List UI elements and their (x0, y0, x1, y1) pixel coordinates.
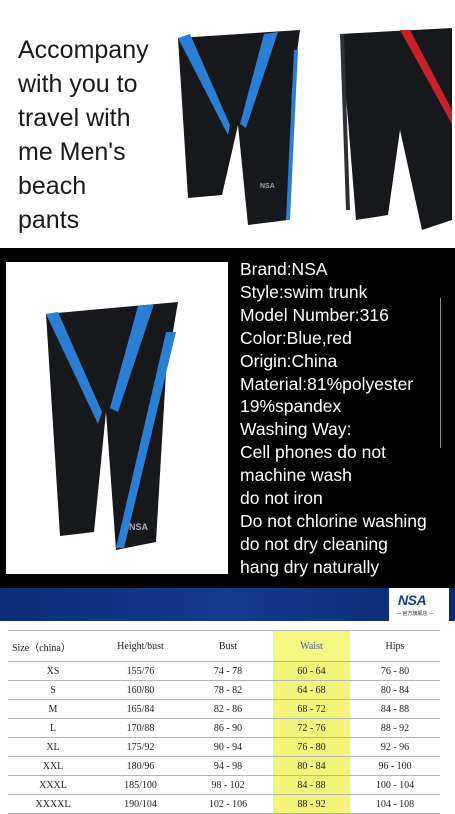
shorts-red-stripe (340, 28, 452, 230)
spec-line: Model Number:316 (240, 304, 389, 325)
cell-size: XXXL (8, 775, 98, 795)
cell-height-bust: 175/92 (98, 737, 183, 757)
cell-height-bust: 160/80 (98, 680, 183, 700)
spec-list: Brand:NSA Style:swim trunk Model Number:31… (240, 258, 455, 579)
spec-line: 19%spandex (240, 396, 342, 417)
spec-line: Do not chlorine washing (240, 510, 427, 531)
brand-bar: NSA — 官方旗舰店 — (0, 588, 455, 621)
cell-bust: 74 - 78 (183, 661, 273, 681)
cell-hips: 80 - 84 (350, 680, 440, 700)
cell-hips: 100 - 104 (350, 775, 440, 795)
cell-height-bust: 180/96 (98, 756, 183, 776)
cell-waist: 80 - 84 (273, 756, 350, 776)
spec-line: machine wash (240, 465, 352, 486)
cell-waist: 88 - 92 (273, 794, 350, 814)
cell-height-bust: 155/76 (98, 661, 183, 681)
cell-hips: 96 - 100 (350, 756, 440, 776)
cell-waist: 72 - 76 (273, 718, 350, 738)
cell-hips: 92 - 96 (350, 737, 440, 757)
table-row: L 170/88 86 - 90 72 - 76 88 - 92 (8, 718, 440, 738)
specs-panel: NSA Brand:NSA Style:swim trunk Model Numbe… (0, 248, 455, 588)
cell-hips: 76 - 80 (350, 661, 440, 681)
table-row: M 165/84 82 - 86 68 - 72 84 - 88 (8, 699, 440, 719)
nsa-logo-text: NSA (398, 592, 427, 608)
size-table-header: Size（china） Height/bust Bust Waist Hips (8, 630, 440, 662)
product-photo-pair: NSA (178, 28, 452, 230)
cell-height-bust: 185/100 (98, 775, 183, 795)
cell-waist: 60 - 64 (273, 661, 350, 681)
cell-size: XL (8, 737, 98, 757)
table-row: XS 155/76 74 - 78 60 - 64 76 - 80 (8, 661, 440, 681)
cell-bust: 102 - 106 (183, 794, 273, 814)
cell-bust: 82 - 86 (183, 699, 273, 719)
shorts-front-image: NSA (46, 302, 178, 550)
shorts-blue-stripe: NSA (178, 30, 300, 225)
table-row: XXL 180/96 94 - 98 80 - 84 96 - 100 (8, 756, 440, 776)
cell-hips: 104 - 108 (350, 794, 440, 814)
table-row: XL 175/92 90 - 94 76 - 80 92 - 96 (8, 737, 440, 757)
spec-line: Brand:NSA (240, 259, 328, 279)
product-photo: NSA (6, 262, 228, 574)
spec-line: do not dry cleaning (240, 533, 388, 554)
hero-banner: Accompany with you to travel with me Men… (0, 0, 455, 248)
table-row: XXXXL 190/104 102 - 106 88 - 92 104 - 108 (8, 794, 440, 814)
cell-height-bust: 165/84 (98, 699, 183, 719)
cell-size: S (8, 680, 98, 700)
cell-size: XS (8, 661, 98, 681)
cell-bust: 90 - 94 (183, 737, 273, 757)
nsa-logo-subtext: — 官方旗舰店 — (396, 611, 434, 617)
cell-waist: 68 - 72 (273, 699, 350, 719)
shorts-logo-text: NSA (260, 183, 275, 190)
header-waist: Waist (273, 630, 350, 662)
cell-bust: 94 - 98 (183, 756, 273, 776)
cell-height-bust: 190/104 (98, 794, 183, 814)
divider (440, 298, 441, 448)
cell-hips: 84 - 88 (350, 699, 440, 719)
divider (0, 621, 455, 623)
cell-size: L (8, 718, 98, 738)
header-size: Size（china） (8, 630, 98, 662)
cell-bust: 98 - 102 (183, 775, 273, 795)
spec-line: do not iron (240, 488, 323, 509)
cell-size: XXXXL (8, 794, 98, 814)
cell-height-bust: 170/88 (98, 718, 183, 738)
cell-size: M (8, 699, 98, 719)
spec-line: Style:swim trunk (240, 281, 368, 302)
header-height-bust: Height/bust (98, 630, 183, 662)
cell-hips: 88 - 92 (350, 718, 440, 738)
table-row: S 160/80 78 - 82 64 - 68 80 - 84 (8, 680, 440, 700)
cell-waist: 84 - 88 (273, 775, 350, 795)
cell-waist: 76 - 80 (273, 737, 350, 757)
cell-waist: 64 - 68 (273, 680, 350, 700)
size-chart: Size（china） Height/bust Bust Waist Hips … (8, 630, 440, 814)
nsa-logo: NSA — 官方旗舰店 — (389, 588, 449, 621)
header-bust: Bust (183, 630, 273, 662)
photo-logo-text: NSA (129, 522, 149, 532)
header-hips: Hips (350, 630, 440, 662)
cell-bust: 78 - 82 (183, 680, 273, 700)
spec-line: Color:Blue,red (240, 327, 352, 348)
size-table: Size（china） Height/bust Bust Waist Hips … (8, 630, 440, 814)
table-row: XXXL 185/100 98 - 102 84 - 88 100 - 104 (8, 775, 440, 795)
spec-line: Washing Way: (240, 419, 352, 440)
spec-line: hang dry naturally (240, 556, 380, 577)
cell-bust: 86 - 90 (183, 718, 273, 738)
cell-size: XXL (8, 756, 98, 776)
spec-line: Cell phones do not (240, 442, 386, 463)
spec-line: Material:81%polyester (240, 373, 414, 394)
spec-line: Origin:China (240, 350, 338, 371)
